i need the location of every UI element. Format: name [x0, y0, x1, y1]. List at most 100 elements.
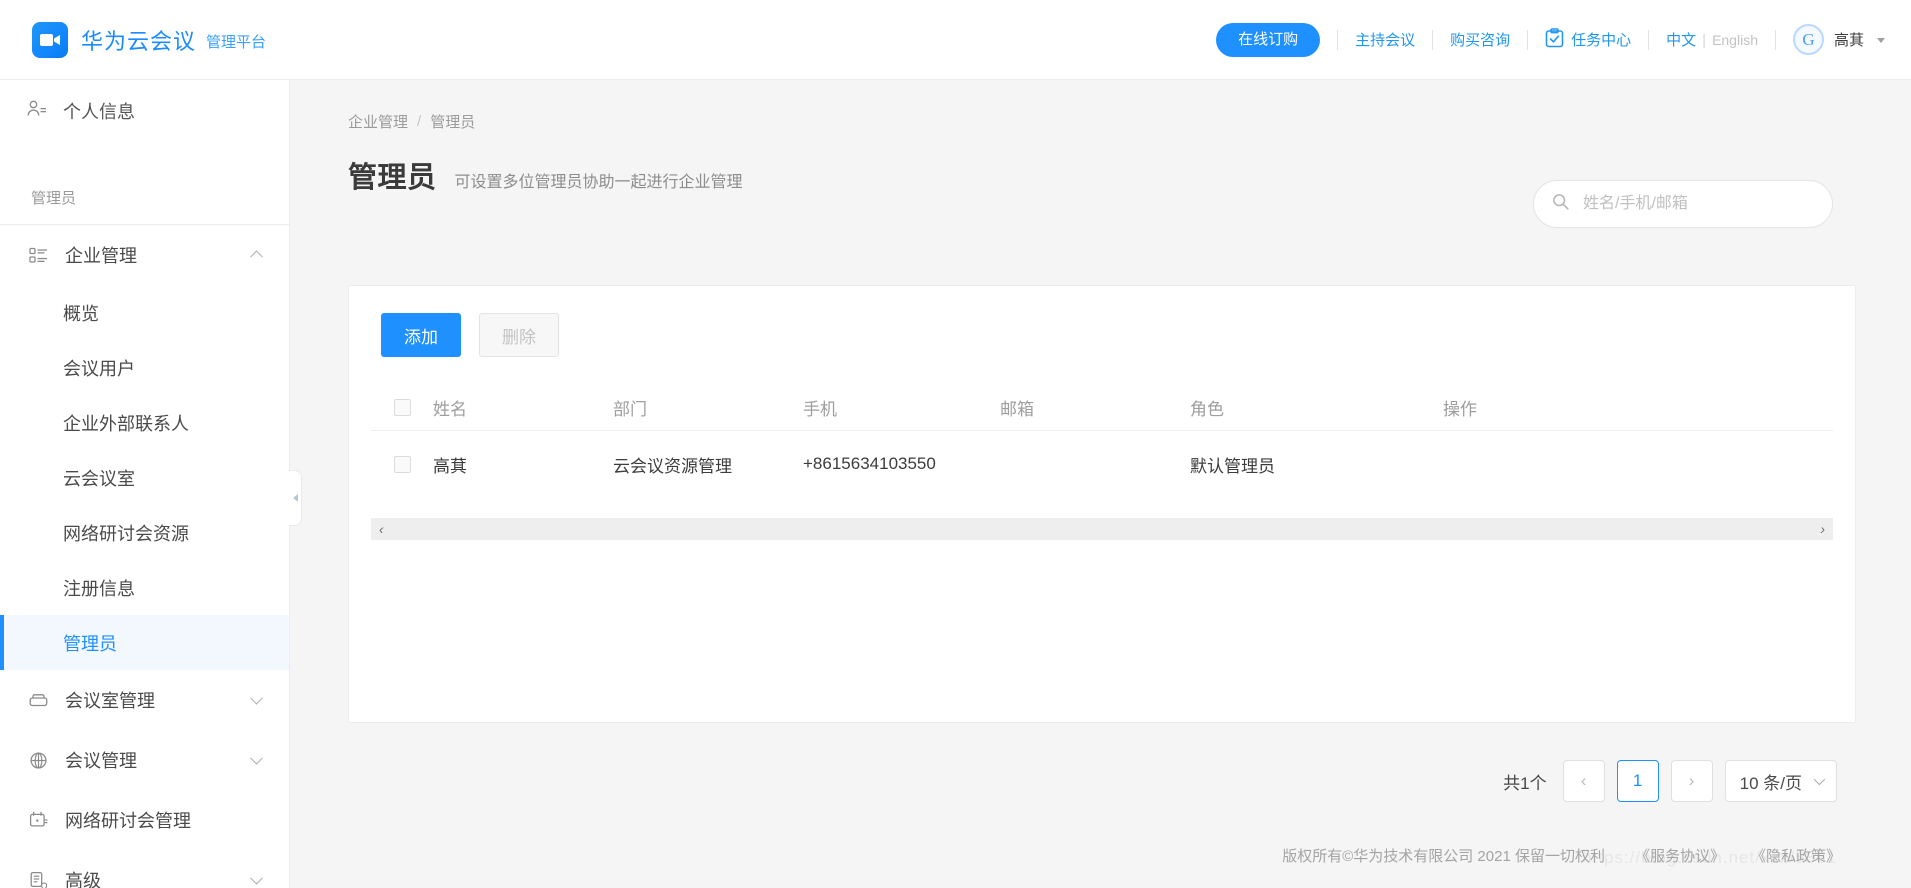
sidebar-profile-label: 个人信息 [63, 102, 135, 122]
user-menu[interactable]: G 高萁 [1792, 24, 1885, 55]
document-shield-icon [27, 871, 49, 888]
divider [1337, 29, 1339, 50]
table-row[interactable]: 高萁 云会议资源管理 +8615634103550 默认管理员 [371, 431, 1833, 497]
sidebar-label: 企业管理 [65, 246, 137, 266]
cell-department: 云会议资源管理 [613, 456, 732, 476]
chevron-down-icon [1813, 773, 1826, 786]
breadcrumb-parent[interactable]: 企业管理 [348, 111, 408, 132]
chevron-left-icon[interactable]: ‹ [379, 522, 384, 536]
room-icon [27, 693, 49, 708]
sidebar-subitem-overview[interactable]: 概览 [0, 285, 289, 340]
sidebar-item-enterprise-management[interactable]: 企业管理 [0, 225, 289, 285]
chevron-left-icon [292, 494, 298, 502]
sidebar-item-profile[interactable]: 个人信息 [0, 80, 289, 142]
cell-name: 高萁 [433, 456, 467, 476]
chevron-down-icon [250, 751, 263, 765]
column-header-operation: 操作 [1443, 400, 1477, 419]
user-profile-icon [27, 100, 47, 123]
page-size-select[interactable]: 10 条/页 [1724, 760, 1837, 802]
breadcrumb-separator: / [417, 113, 422, 130]
table-header-row: 姓名 部门 手机 邮箱 角色 操作 [371, 385, 1833, 431]
pagination-next-button[interactable]: › [1670, 760, 1713, 802]
divider [1648, 29, 1650, 50]
sidebar-subitem-registration-info[interactable]: 注册信息 [0, 560, 289, 615]
sidebar-subitem-webinar-resources[interactable]: 网络研讨会资源 [0, 505, 289, 560]
chevron-down-icon [250, 871, 263, 885]
sidebar-subitem-administrator[interactable]: 管理员 [0, 615, 289, 670]
column-header-phone: 手机 [803, 400, 837, 419]
breadcrumb-current: 管理员 [430, 114, 476, 131]
search-icon [1552, 193, 1569, 215]
host-meeting-link[interactable]: 主持会议 [1355, 29, 1415, 50]
horizontal-scrollbar[interactable]: ‹ › [371, 518, 1833, 540]
cell-role: 默认管理员 [1190, 456, 1275, 476]
sidebar-item-advanced[interactable]: 高级 [0, 850, 289, 888]
table-toolbar: 添加 删除 [349, 286, 1855, 357]
column-header-email: 邮箱 [1000, 400, 1034, 419]
sidebar-item-meeting-management[interactable]: 会议管理 [0, 730, 289, 790]
sidebar-label: 会议室管理 [65, 691, 155, 711]
pagination: 共1个 ‹ 1 › 10 条/页 [1503, 760, 1837, 802]
sidebar-label: 企业外部联系人 [63, 413, 189, 434]
sidebar-label: 概览 [63, 303, 99, 324]
lang-english-option[interactable]: English [1712, 32, 1758, 48]
lang-separator: | [1702, 32, 1707, 49]
sidebar-collapse-handle[interactable] [289, 470, 302, 526]
delete-button[interactable]: 删除 [479, 313, 559, 357]
sidebar-label: 高级 [65, 871, 101, 888]
sidebar-label: 网络研讨会管理 [65, 811, 191, 831]
row-checkbox[interactable] [393, 455, 411, 473]
online-order-button[interactable]: 在线订购 [1216, 22, 1321, 57]
sidebar-subitem-external-contacts[interactable]: 企业外部联系人 [0, 395, 289, 450]
brand-logo-area[interactable]: 华为云会议 管理平台 [32, 21, 267, 58]
task-center-link[interactable]: 任务中心 [1545, 27, 1632, 52]
chevron-right-icon[interactable]: › [1820, 522, 1825, 536]
task-center-label: 任务中心 [1571, 32, 1632, 49]
footer-link-service-agreement[interactable]: 《服务协议》 [1635, 845, 1725, 866]
chevron-down-icon [1877, 38, 1885, 43]
sidebar-label: 注册信息 [63, 578, 135, 599]
select-all-cell [371, 399, 433, 416]
calendar-icon [27, 811, 49, 829]
footer-copyright: 版权所有©华为技术有限公司 2021 保留一切权利 [1282, 848, 1605, 865]
pagination-prev-button[interactable]: ‹ [1562, 760, 1605, 802]
search-container [1533, 180, 1833, 228]
column-header-role: 角色 [1190, 400, 1224, 419]
chevron-right-icon: › [1688, 771, 1695, 790]
purchase-consult-link[interactable]: 购买咨询 [1450, 29, 1510, 50]
divider [1527, 29, 1529, 50]
sidebar-section-title: 管理员 [31, 190, 77, 207]
clipboard-check-icon [1545, 27, 1564, 52]
admin-table: 姓名 部门 手机 邮箱 角色 操作 高萁 云会议资源管理 +8615634103… [349, 385, 1855, 497]
cell-phone: +8615634103550 [803, 454, 936, 473]
sidebar-label: 会议用户 [63, 358, 135, 379]
lang-chinese-option[interactable]: 中文 [1666, 29, 1696, 50]
brand-subtitle: 管理平台 [206, 34, 267, 51]
sidebar-item-webinar-management[interactable]: 网络研讨会管理 [0, 790, 289, 850]
pagination-page-1[interactable]: 1 [1616, 760, 1659, 802]
pagination-total: 共1个 [1503, 773, 1547, 793]
sidebar-label: 云会议室 [63, 468, 135, 489]
page-description: 可设置多位管理员协助一起进行企业管理 [454, 174, 743, 191]
breadcrumb: 企业管理 / 管理员 [290, 80, 1911, 132]
sidebar: 个人信息 管理员 企业管理 概览 会议用户 企业外部联系人 云会议室 网络研讨会… [0, 80, 290, 888]
header-right-group: 在线订购 主持会议 购买咨询 任务中心 中文 | English G 高萁 [1216, 0, 1885, 79]
chevron-up-icon [250, 250, 263, 264]
video-camera-icon [32, 21, 68, 58]
sidebar-item-meeting-room-management[interactable]: 会议室管理 [0, 670, 289, 730]
sidebar-label: 会议管理 [65, 751, 137, 771]
search-box[interactable] [1533, 180, 1833, 228]
sidebar-subitem-meeting-users[interactable]: 会议用户 [0, 340, 289, 395]
select-all-checkbox[interactable] [393, 399, 411, 416]
search-input[interactable] [1581, 194, 1814, 214]
sidebar-subitem-cloud-meeting-room[interactable]: 云会议室 [0, 450, 289, 505]
language-switcher: 中文 | English [1666, 29, 1758, 50]
footer: 版权所有©华为技术有限公司 2021 保留一切权利 《服务协议》 《隐私政策》 [1282, 845, 1841, 866]
add-button[interactable]: 添加 [381, 313, 461, 357]
divider [1774, 29, 1776, 50]
sidebar-label: 网络研讨会资源 [63, 523, 189, 544]
footer-link-privacy-policy[interactable]: 《隐私政策》 [1751, 845, 1841, 866]
main-content: 企业管理 / 管理员 管理员 可设置多位管理员协助一起进行企业管理 添加 删除 [290, 80, 1911, 888]
top-header-bar: 华为云会议 管理平台 在线订购 主持会议 购买咨询 任务中心 中文 | Engl… [0, 0, 1911, 80]
